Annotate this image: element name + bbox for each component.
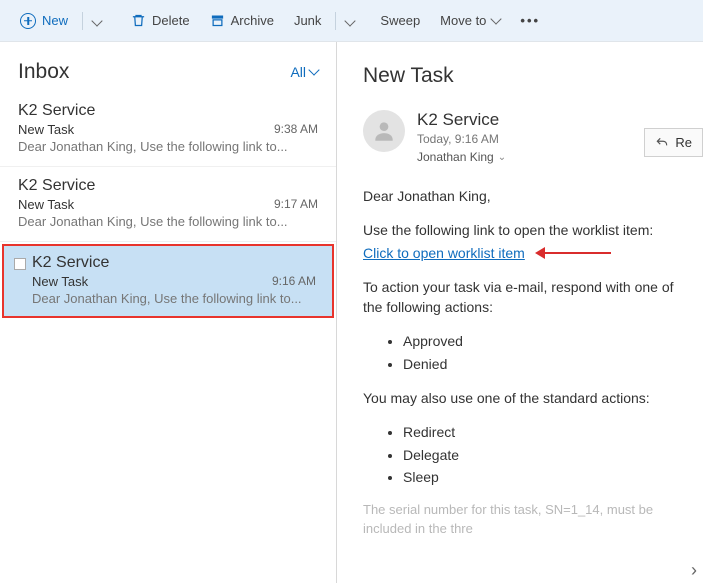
reply-icon [655,136,669,150]
mail-subject: New Task [18,197,74,212]
message-from: K2 Service [417,110,703,130]
scroll-right-button[interactable]: › [691,560,697,581]
mail-from: K2 Service [32,254,316,272]
mail-subject: New Task [18,122,74,137]
archive-icon [210,13,225,28]
mail-preview: Dear Jonathan King, Use the following li… [32,291,316,306]
std-action-item: Delegate [403,445,693,465]
expand-recipients-icon: ⌄ [498,152,506,163]
mail-subject: New Task [32,274,88,289]
reply-label: Re [675,135,692,150]
moveto-button[interactable]: Move to [432,9,508,32]
trash-icon [131,13,146,28]
separator [335,12,336,30]
body-greeting: Dear Jonathan King, [363,186,693,206]
mail-item[interactable]: K2 Service New Task 9:38 AM Dear Jonatha… [0,92,336,167]
moveto-label: Move to [440,13,486,28]
sweep-button[interactable]: Sweep [372,9,428,32]
mail-preview: Dear Jonathan King, Use the following li… [18,139,318,154]
worklist-link[interactable]: Click to open worklist item [363,243,525,263]
message-to-name: Jonathan King [417,150,494,164]
annotation-arrow [533,247,611,259]
new-button[interactable]: New [12,9,76,33]
mail-time: 9:16 AM [272,274,316,289]
chevron-down-icon [308,64,319,75]
folder-title: Inbox [18,60,69,84]
archive-label: Archive [231,13,274,28]
body-intro: Use the following link to open the workl… [363,220,693,240]
mail-from: K2 Service [18,177,318,195]
reply-button[interactable]: Re [644,128,703,157]
mail-from: K2 Service [18,102,318,120]
separator [82,12,83,30]
std-actions-list: Redirect Delegate Sleep [363,422,693,487]
action-item: Approved [403,331,693,351]
new-label: New [42,13,68,28]
std-action-item: Sleep [403,467,693,487]
message-body: Dear Jonathan King, Use the following li… [363,186,703,539]
junk-dropdown[interactable] [342,13,358,28]
reading-pane: New Task K2 Service Today, 9:16 AM Jonat… [337,42,703,583]
junk-label: Junk [294,13,321,28]
person-icon [371,118,397,144]
body-std-intro: You may also use one of the standard act… [363,388,693,408]
new-dropdown[interactable] [89,13,105,28]
delete-label: Delete [152,13,190,28]
list-header: Inbox All [0,42,336,92]
action-item: Denied [403,354,693,374]
filter-dropdown[interactable]: All [290,64,318,80]
sweep-label: Sweep [380,13,420,28]
junk-button[interactable]: Junk [286,9,329,32]
main-split: Inbox All K2 Service New Task 9:38 AM De… [0,42,703,583]
mail-item-selected[interactable]: K2 Service New Task 9:16 AM Dear Jonatha… [2,244,334,318]
message-subject: New Task [363,64,703,88]
archive-button[interactable]: Archive [202,9,282,32]
delete-button[interactable]: Delete [123,9,198,32]
mail-preview: Dear Jonathan King, Use the following li… [18,214,318,229]
message-list-pane: Inbox All K2 Service New Task 9:38 AM De… [0,42,336,583]
std-action-item: Redirect [403,422,693,442]
checkbox[interactable] [14,258,26,270]
actions-list: Approved Denied [363,331,693,374]
toolbar: New Delete Archive Junk Sweep Move to ••… [0,0,703,42]
body-serial: The serial number for this task, SN=1_14… [363,501,693,539]
filter-label: All [290,64,306,80]
mail-time: 9:38 AM [274,122,318,137]
mail-time: 9:17 AM [274,197,318,212]
more-actions-button[interactable]: ••• [512,9,548,32]
avatar [363,110,405,152]
body-actions-intro: To action your task via e-mail, respond … [363,277,693,318]
plus-icon [20,13,36,29]
mail-item[interactable]: K2 Service New Task 9:17 AM Dear Jonatha… [0,167,336,242]
